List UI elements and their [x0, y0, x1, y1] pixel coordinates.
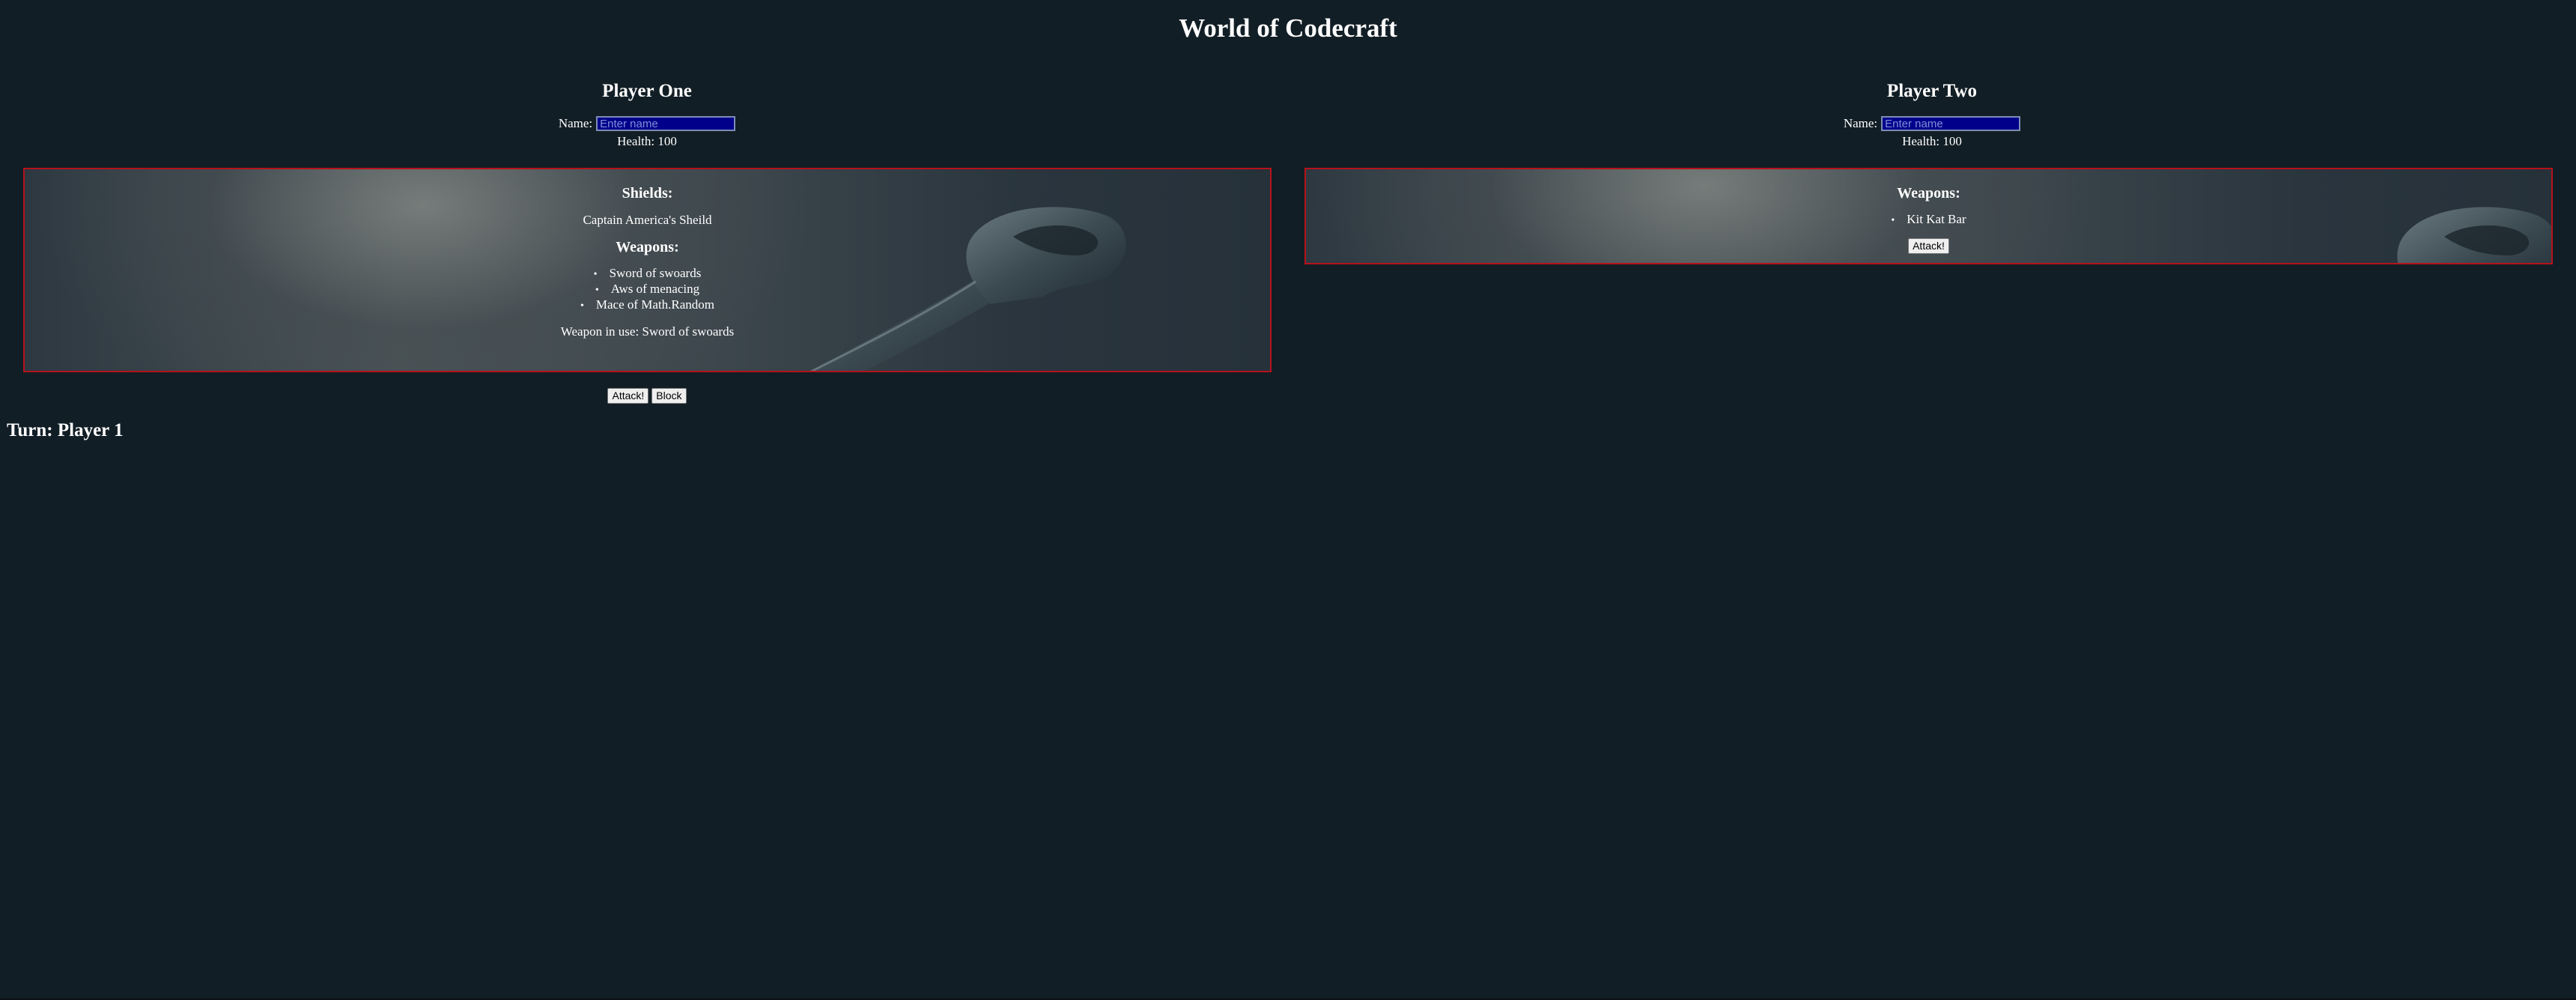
player-two-weapon-list: Kit Kat Bar: [1306, 211, 2551, 227]
player-one-weapons-heading: Weapons:: [616, 239, 679, 255]
player-one-weapon-list: Sword of swoards Aws of menacing Mace of…: [25, 265, 1270, 312]
player-two-inventory-panel: Weapons: Kit Kat Bar Attack!: [1304, 168, 2553, 264]
player-two-name-row: Name:: [1288, 114, 2576, 133]
player-one-name-row: Name:: [0, 114, 1294, 133]
player-one-inventory-panel: Shields: Captain America's Sheild Weapon…: [23, 168, 1272, 372]
player-one-shields-heading: Shields:: [622, 185, 673, 201]
player-one-name-label: Name:: [558, 116, 593, 130]
player-one-weapon-in-use: Weapon in use: Sword of swoards: [560, 324, 735, 339]
turn-indicator: Turn: Player 1: [7, 420, 124, 440]
player-one-header: Player One Name: Health: 100: [0, 79, 1294, 150]
player-two-name-label: Name:: [1843, 116, 1878, 130]
player-two-attack-button[interactable]: Attack!: [1908, 238, 1949, 254]
player-one-attack-button[interactable]: Attack!: [607, 388, 649, 404]
weapon-list-item: Sword of swoards: [25, 265, 1270, 281]
page-title: World of Codecraft: [1179, 13, 1397, 43]
player-two-weapons-heading: Weapons:: [1897, 185, 1960, 201]
player-two-header: Player Two Name: Health: 100: [1288, 79, 2576, 150]
game-page: World of Codecraft Player One Name: Heal…: [0, 0, 2576, 1000]
player-two-health: Health: 100: [1902, 134, 1962, 148]
player-one-block-button[interactable]: Block: [651, 388, 687, 404]
player-two-name-input[interactable]: [1881, 116, 2021, 131]
player-two-title: Player Two: [1886, 81, 1978, 101]
weapon-list-item: Kit Kat Bar: [1306, 211, 2551, 227]
player-one-health: Health: 100: [617, 134, 677, 148]
weapon-list-item: Mace of Math.Random: [25, 297, 1270, 312]
player-one-name-input[interactable]: [596, 116, 736, 131]
player-one-shield-item: Captain America's Sheild: [583, 213, 712, 227]
player-one-actions: Attack! Block: [0, 388, 1294, 404]
weapon-list-item: Aws of menacing: [25, 281, 1270, 297]
player-one-title: Player One: [602, 81, 692, 101]
